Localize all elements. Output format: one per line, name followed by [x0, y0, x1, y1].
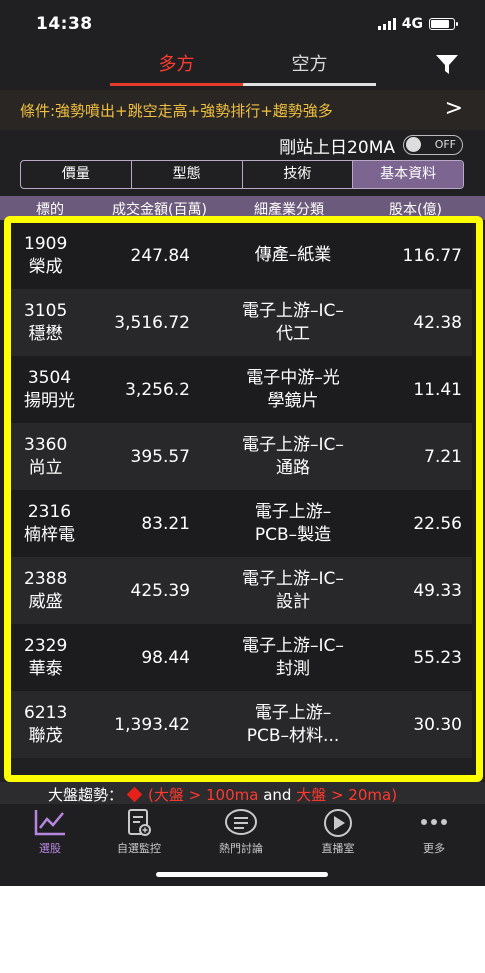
segment-price-volume[interactable]: 價量	[21, 161, 132, 188]
stock-symbol: 6213 聯茂	[24, 703, 68, 746]
trade-amount: 247.84	[130, 245, 190, 266]
battery-icon	[429, 18, 458, 30]
home-indicator[interactable]	[156, 872, 328, 877]
trend-and: and	[258, 786, 297, 804]
toggle-state: OFF	[434, 138, 456, 151]
table-row[interactable]: 3504 揚明光 3,256.2 電子中游–光 學鏡片 11.41	[10, 356, 472, 423]
stock-table: 1909 榮成 247.84 傳產–紙業 116.77 3105 穩懋 3,516.…	[10, 222, 472, 758]
diamond-icon	[126, 786, 143, 803]
trade-amount: 425.39	[130, 580, 190, 601]
trade-amount: 1,393.42	[114, 714, 190, 735]
trend-cond1-a: (大盤	[148, 786, 184, 804]
condition-text: 條件:強勢噴出+跳空走高+強勢排行+趨勢強多	[20, 102, 333, 120]
market-trend-bar: 大盤趨勢： (大盤 > 100ma and 大盤 > 20ma)	[0, 782, 485, 804]
direction-tabs: 多方 空方	[110, 48, 376, 86]
industry: 傳產–紙業	[254, 245, 332, 265]
table-header: 標的 成交金額(百萬) 細產業分類 股本(億)	[0, 196, 485, 220]
capital: 116.77	[402, 245, 462, 266]
segment-pattern[interactable]: 型態	[132, 161, 243, 188]
table-row[interactable]: 3105 穩懋 3,516.72 電子上游–IC– 代工 42.38	[10, 289, 472, 356]
tab-short[interactable]: 空方	[243, 48, 376, 86]
header-capital[interactable]: 股本(億)	[389, 199, 442, 219]
capital: 55.23	[413, 647, 462, 668]
trade-amount: 98.44	[141, 647, 190, 668]
capital: 22.56	[413, 513, 462, 534]
table-row[interactable]: 2388 威盛 425.39 電子上游–IC– 設計 49.33	[10, 557, 472, 624]
toggle-knob	[406, 137, 421, 152]
table-row[interactable]: 2329 華泰 98.44 電子上游–IC– 封測 55.23	[10, 624, 472, 691]
trend-label: 大盤趨勢：	[48, 786, 124, 804]
nav-discussion[interactable]: 熱門討論	[201, 808, 281, 856]
ma-filter: 剛站上日20MA OFF	[279, 133, 463, 158]
segment-fundamentals[interactable]: 基本資料	[353, 161, 463, 188]
stock-symbol: 2329 華泰	[24, 636, 68, 679]
stock-symbol: 3360 尚立	[24, 435, 68, 478]
header-amount[interactable]: 成交金額(百萬)	[112, 199, 207, 219]
nav-live-room[interactable]: 直播室	[298, 808, 378, 856]
capital: 7.21	[424, 446, 462, 467]
industry: 電子上游– PCB–材料...	[246, 702, 340, 746]
ma-filter-label: 剛站上日20MA	[279, 137, 395, 158]
industry: 電子中游–光 學鏡片	[246, 367, 340, 411]
capital: 42.38	[413, 312, 462, 333]
ma-toggle[interactable]: OFF	[403, 135, 463, 155]
table-row[interactable]: 6213 聯茂 1,393.42 電子上游– PCB–材料... 30.30	[10, 691, 472, 758]
trend-cond2-b: > 20ma)	[326, 786, 398, 804]
industry: 電子上游– PCB–製造	[254, 501, 332, 545]
stock-symbol: 2388 威盛	[24, 569, 68, 612]
status-indicators: 4G	[377, 16, 458, 32]
signal-icon	[377, 18, 396, 30]
table-row[interactable]: 3360 尚立 395.57 電子上游–IC– 通路 7.21	[10, 423, 472, 490]
tab-long[interactable]: 多方	[110, 48, 243, 86]
stock-symbol: 3504 揚明光	[24, 368, 75, 411]
trend-cond2-a: 大盤	[296, 786, 327, 804]
capital: 11.41	[413, 379, 462, 400]
stock-symbol: 2316 楠梓電	[24, 502, 75, 545]
table-row[interactable]: 1909 榮成 247.84 傳產–紙業 116.77	[10, 222, 472, 289]
nav-more[interactable]: 更多	[394, 808, 474, 856]
status-time: 14:38	[36, 14, 93, 34]
stock-symbol: 3105 穩懋	[24, 301, 68, 344]
nav-label: 更多	[423, 842, 445, 855]
nav-label: 自選監控	[117, 842, 161, 855]
chart-line-icon	[34, 810, 65, 836]
trend-cond1-b: > 100ma	[183, 786, 259, 804]
filter-icon[interactable]	[435, 54, 459, 76]
industry: 電子上游–IC– 封測	[242, 635, 344, 679]
trade-amount: 83.21	[141, 513, 190, 534]
play-circle-icon	[324, 809, 352, 837]
status-bar: 14:38 4G	[0, 0, 485, 46]
nav-label: 熱門討論	[219, 842, 263, 855]
trade-amount: 395.57	[130, 446, 190, 467]
trade-amount: 3,516.72	[114, 312, 190, 333]
network-type: 4G	[401, 16, 423, 32]
industry: 電子上游–IC– 通路	[242, 434, 344, 478]
trade-amount: 3,256.2	[125, 379, 190, 400]
nav-stock-picker[interactable]: 選股	[10, 808, 90, 856]
segment-control: 價量 型態 技術 基本資料	[20, 160, 464, 189]
more-dots-icon	[421, 819, 447, 825]
stock-symbol: 1909 榮成	[24, 234, 68, 277]
condition-banner[interactable]: 條件:強勢噴出+跳空走高+強勢排行+趨勢強多 >	[0, 90, 485, 130]
capital: 49.33	[413, 580, 462, 601]
header-industry[interactable]: 細產業分類	[254, 199, 324, 219]
nav-watchlist[interactable]: 自選監控	[99, 808, 179, 856]
chevron-right-icon: >	[444, 96, 463, 121]
chat-bubble-icon	[225, 809, 257, 835]
capital: 30.30	[413, 714, 462, 735]
phone-screen: 14:38 4G 多方 空方 條件:強勢噴出+跳空走高+強勢排行+趨勢強多 > …	[0, 0, 485, 886]
watchlist-icon	[128, 809, 151, 836]
industry: 電子上游–IC– 設計	[242, 568, 344, 612]
industry: 電子上游–IC– 代工	[242, 300, 344, 344]
table-row[interactable]: 2316 楠梓電 83.21 電子上游– PCB–製造 22.56	[10, 490, 472, 557]
nav-label: 直播室	[321, 842, 355, 855]
segment-technical[interactable]: 技術	[243, 161, 354, 188]
header-symbol[interactable]: 標的	[36, 199, 64, 219]
nav-label: 選股	[39, 842, 61, 855]
